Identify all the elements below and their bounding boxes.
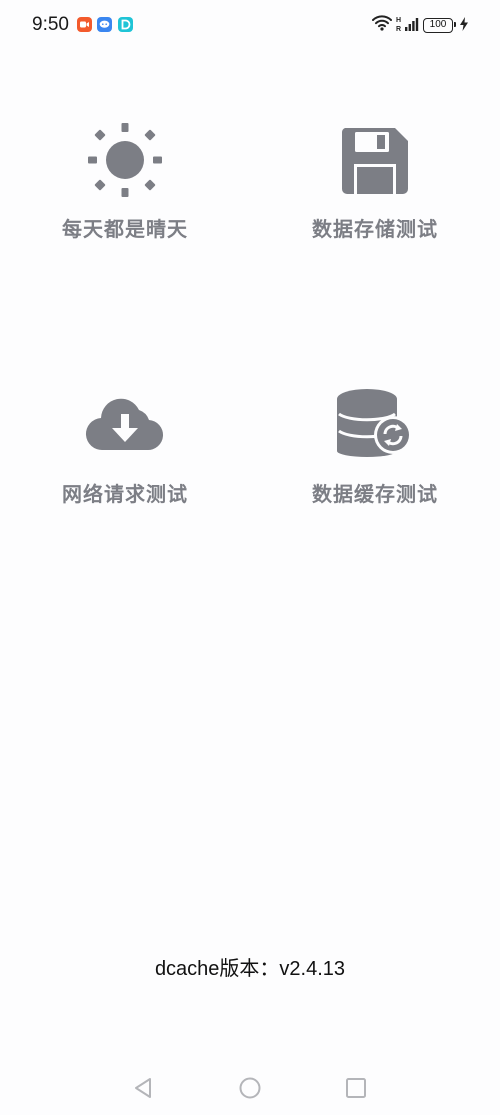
status-time: 9:50	[32, 14, 69, 35]
wifi-icon	[371, 15, 392, 35]
feature-tile-data-cache[interactable]: 数据缓存测试	[250, 385, 500, 515]
database-sync-icon	[335, 387, 415, 461]
sun-icon	[85, 120, 165, 204]
version-text: dcache版本：v2.4.13	[154, 958, 346, 980]
signal-icon	[405, 16, 419, 35]
feature-label: 网络请求测试	[62, 482, 188, 506]
bolt-icon	[460, 16, 468, 35]
feature-tile-data-storage[interactable]: 数据存储测试	[250, 120, 500, 250]
floppy-disk-icon	[339, 125, 411, 201]
back-triangle-icon[interactable]	[131, 1075, 157, 1101]
status-bar: 9:50 H R 100	[0, 0, 500, 52]
navigation-bar	[0, 1060, 500, 1115]
battery-indicator: 100	[423, 17, 456, 33]
network-type-bottom: R	[395, 26, 401, 33]
network-type-top: H	[395, 17, 401, 24]
feature-tile-network-request[interactable]: 网络请求测试	[0, 385, 250, 515]
feature-label: 每天都是晴天	[62, 217, 188, 241]
feature-label: 数据存储测试	[312, 217, 438, 241]
cloud-download-icon	[85, 390, 165, 458]
home-circle-icon[interactable]	[237, 1075, 263, 1101]
feature-label: 数据缓存测试	[312, 482, 438, 506]
video-app-icon	[77, 17, 92, 32]
chat-app-icon	[97, 17, 112, 32]
feature-tile-weather[interactable]: 每天都是晴天	[0, 120, 250, 250]
status-right-cluster: H R 100	[371, 14, 468, 36]
recents-square-icon[interactable]	[343, 1075, 369, 1101]
network-type-label: H R	[396, 17, 401, 33]
d-app-icon	[118, 17, 133, 32]
